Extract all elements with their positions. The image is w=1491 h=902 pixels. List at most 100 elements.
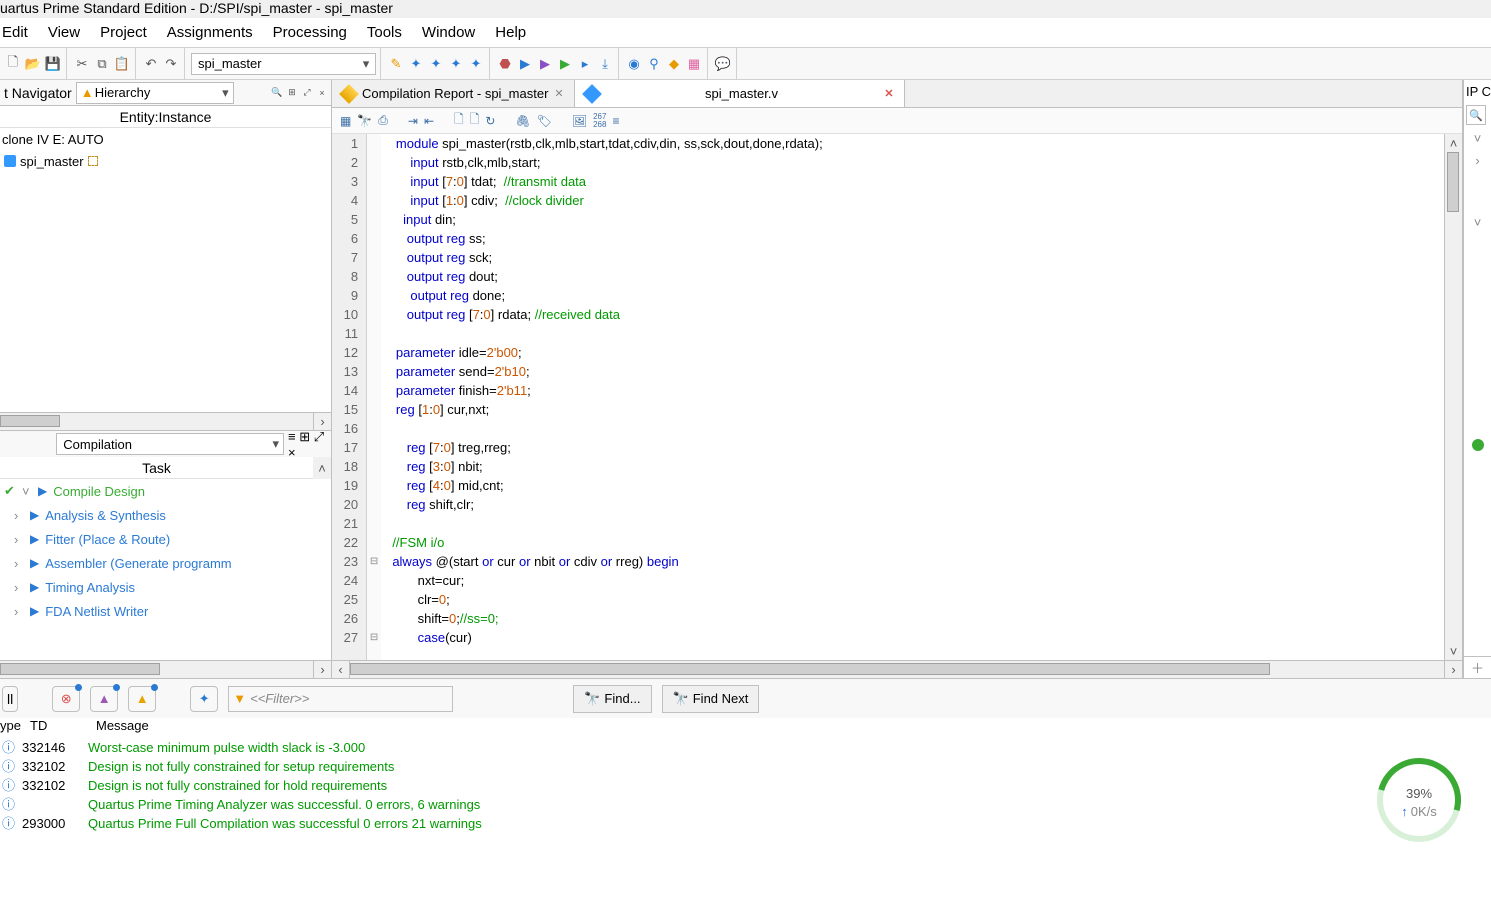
add-ip-icon[interactable]: ＋ [1464,656,1491,678]
doc3-icon[interactable]: ↻ [485,114,495,128]
wand-icon[interactable]: ✎ [387,55,405,73]
mode-icon[interactable]: ⊞ [285,86,299,100]
expand-icon[interactable]: ˅ [22,484,32,499]
list-icon[interactable]: ≡ [612,114,619,128]
task-item[interactable]: ✔˅▶Compile Design [0,479,331,503]
menu-assignments[interactable]: Assignments [167,24,253,41]
redo-icon[interactable]: ↷ [162,55,180,73]
close-panel-icon[interactable]: × [315,86,329,100]
copy-icon[interactable]: ⧉ [93,55,111,73]
msg-tab-all[interactable]: ll [2,686,18,712]
play-icon[interactable]: ▶ [30,532,39,546]
fold-gutter[interactable]: ⊟ ⊟ [367,134,381,660]
save-icon[interactable]: 💾 [44,55,62,73]
expand-icon[interactable]: › [14,580,24,595]
comment-icon[interactable]: 💬 [714,55,732,73]
tasks-hscroll[interactable]: › [0,660,331,678]
scrollbar-thumb[interactable] [0,415,60,427]
editor-hscroll[interactable]: ‹ › [332,660,1462,678]
scroll-up-icon[interactable]: ˄ [1445,134,1462,152]
message-row[interactable]: ⓘ332146Worst-case minimum pulse width sl… [2,738,1491,757]
play-icon[interactable]: ▶ [30,604,39,618]
binoculars-icon[interactable]: 🔭 [357,114,372,128]
scrollbar-thumb[interactable] [0,663,160,675]
scroll-down-icon[interactable]: ˅ [1445,642,1462,660]
expand-icon[interactable]: › [14,508,24,523]
task-item[interactable]: ›▶Timing Analysis [0,575,331,599]
attach-icon[interactable]: 🖇 [515,114,530,128]
error-filter-button[interactable]: ⊗ [52,686,80,712]
play-alt-icon[interactable]: ▶ [536,55,554,73]
undo-icon[interactable]: ↶ [142,55,160,73]
chevron-right-icon[interactable]: › [1464,149,1491,171]
message-filter-input[interactable]: ▼ <<Filter>> [228,686,453,712]
editor-vscroll[interactable]: ˄ ˅ [1444,134,1462,660]
download-icon[interactable]: ⤓ [596,55,614,73]
misc-icon[interactable]: ▦ [685,55,703,73]
critical-filter-button[interactable]: ▲ [90,686,118,712]
scrollbar-thumb[interactable] [1447,152,1459,212]
chevron-down-icon[interactable]: ˅ [1464,211,1491,233]
warning-filter-button[interactable]: ▲ [128,686,156,712]
scroll-right-icon[interactable]: › [1444,661,1462,678]
compile-icon-3[interactable]: ✦ [467,55,485,73]
open-file-icon[interactable]: 📂 [24,55,42,73]
play-icon[interactable]: ▶ [30,508,39,522]
stop-icon[interactable]: ⬣ [496,55,514,73]
scroll-up-icon[interactable]: ˄ [313,457,331,479]
pin-panel-icon[interactable]: ⤢ [300,86,314,100]
tasks-mode-icon[interactable]: ≡ [288,429,296,444]
picture-icon[interactable]: 🖼 [572,114,587,128]
menu-tools[interactable]: Tools [367,24,402,41]
doc2-icon[interactable]: 🗋 [470,110,480,131]
search-icon[interactable]: 🔍 [270,86,284,100]
play-timing-icon[interactable]: ▶ [556,55,574,73]
flag-icon[interactable]: 🏷 [537,114,552,128]
tree-row-instance[interactable]: spi_master [0,150,331,172]
hierarchy-dropdown[interactable]: ▲ Hierarchy ▾ [76,82,234,104]
new-file-icon[interactable]: 🗋 [4,55,22,73]
task-item[interactable]: ›▶FDA Netlist Writer [0,599,331,623]
nav-hscroll[interactable]: › [0,412,331,430]
close-tab-icon[interactable]: ✕ [884,87,893,100]
menu-project[interactable]: Project [100,24,147,41]
ip-search-icon[interactable]: 🔍 [1466,105,1486,125]
cut-icon[interactable]: ✂ [73,55,91,73]
close-tab-icon[interactable]: ✕ [554,87,563,100]
expand-icon[interactable]: › [14,556,24,571]
play-icon[interactable]: ▶ [30,580,39,594]
task-item[interactable]: ›▶Fitter (Place & Route) [0,527,331,551]
paste-icon[interactable]: 📋 [113,55,131,73]
message-row[interactable]: ⓘ293000Quartus Prime Full Compilation wa… [2,814,1491,833]
compile-icon-1[interactable]: ✦ [427,55,445,73]
tasks-dropdown[interactable]: Compilation ▾ [56,433,284,455]
tree-row-device[interactable]: clone IV E: AUTO [0,128,331,150]
scroll-right-icon[interactable]: › [313,413,331,430]
play-icon[interactable]: ▶ [516,55,534,73]
chip-icon[interactable]: ◉ [625,55,643,73]
marker-icon[interactable]: ⎙ [378,113,388,128]
project-selector[interactable]: spi_master ▾ [191,53,376,75]
tasks-pin-icon[interactable]: ⤢ [314,429,324,444]
scrollbar-thumb[interactable] [350,663,1270,675]
scroll-left-icon[interactable]: ‹ [332,661,350,678]
tasks-mode2-icon[interactable]: ⊞ [299,429,310,444]
report-icon[interactable]: ◆ [665,55,683,73]
gate-icon[interactable]: ▸ [576,55,594,73]
task-item[interactable]: ›▶Assembler (Generate programm [0,551,331,575]
menu-edit[interactable]: Edit [2,24,28,41]
play-icon[interactable]: ▶ [30,556,39,570]
info-filter-button[interactable]: ✦ [190,686,218,712]
indent-icon[interactable]: ⇥ [408,114,418,128]
check-settings-icon[interactable]: ✦ [407,55,425,73]
compile-icon-2[interactable]: ✦ [447,55,465,73]
message-row[interactable]: ⓘ332102Design is not fully constrained f… [2,776,1491,795]
linenum-icon[interactable]: 267268 [593,113,606,129]
expand-icon[interactable]: › [14,532,24,547]
menu-processing[interactable]: Processing [273,24,347,41]
menu-window[interactable]: Window [422,24,475,41]
menu-view[interactable]: View [48,24,80,41]
message-row[interactable]: ⓘ332102Design is not fully constrained f… [2,757,1491,776]
doc1-icon[interactable]: 🗋 [454,110,464,131]
find-button[interactable]: 🔭 Find... [573,685,651,713]
